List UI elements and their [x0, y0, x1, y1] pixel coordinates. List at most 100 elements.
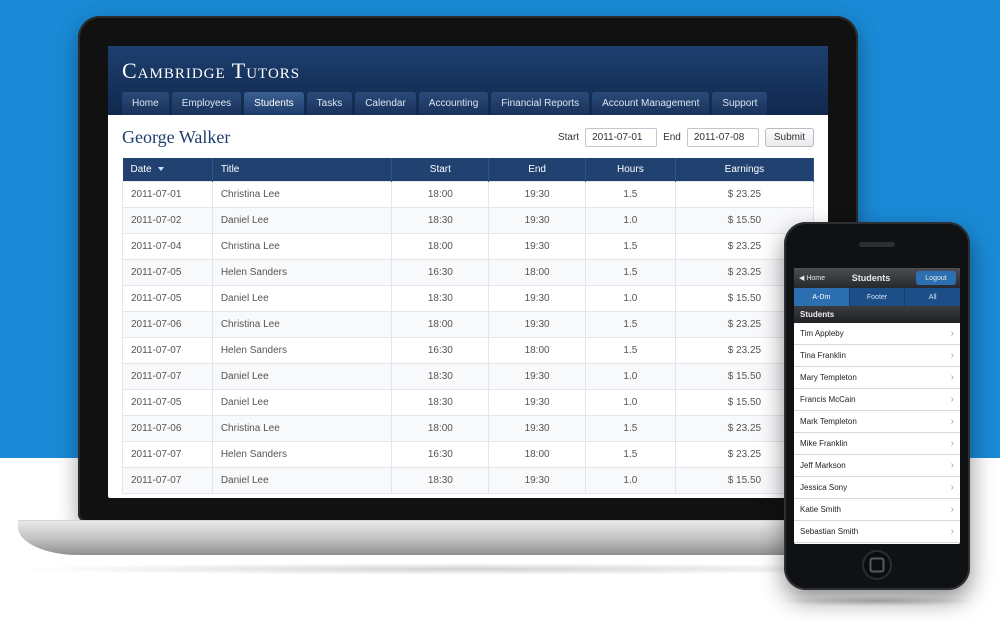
segment-2[interactable]: All	[905, 288, 960, 306]
table-row[interactable]: 2011-07-06Christina Lee18:0019:301.5$ 23…	[123, 312, 814, 338]
nav-tab-tasks[interactable]: Tasks	[307, 92, 353, 115]
cell: 2011-07-01	[123, 182, 213, 208]
table-row[interactable]: 2011-07-04Christina Lee18:0019:301.5$ 23…	[123, 234, 814, 260]
chevron-right-icon: ›	[951, 372, 954, 383]
cell: 2011-07-07	[123, 468, 213, 494]
mobile-segmented-control: A-DmFooterAll	[794, 288, 960, 306]
student-name: Jessica Sony	[800, 483, 847, 492]
table-row[interactable]: 2011-07-05Helen Sanders16:3018:001.5$ 23…	[123, 260, 814, 286]
nav-tab-support[interactable]: Support	[712, 92, 767, 115]
cell: 2011-07-04	[123, 234, 213, 260]
cell: Christina Lee	[212, 182, 392, 208]
brand-title: Cambridge Tutors	[122, 58, 814, 92]
col-earnings[interactable]: Earnings	[675, 158, 813, 182]
col-start[interactable]: Start	[392, 158, 489, 182]
nav-tab-account-management[interactable]: Account Management	[592, 92, 709, 115]
phone-shadow	[778, 596, 976, 606]
sessions-table: DateTitleStartEndHoursEarnings 2011-07-0…	[122, 158, 814, 494]
app-root: Cambridge Tutors HomeEmployeesStudentsTa…	[108, 46, 828, 498]
student-list-item[interactable]: Jeff Markson›	[794, 455, 960, 477]
table-row[interactable]: 2011-07-07Daniel Lee18:3019:301.0$ 15.50	[123, 468, 814, 494]
cell: Daniel Lee	[212, 364, 392, 390]
submit-button[interactable]: Submit	[765, 128, 814, 147]
table-row[interactable]: 2011-07-06Christina Lee18:0019:301.5$ 23…	[123, 416, 814, 442]
cell: Daniel Lee	[212, 390, 392, 416]
student-list-item[interactable]: Mary Templeton›	[794, 367, 960, 389]
cell: 1.0	[585, 364, 675, 390]
nav-tab-home[interactable]: Home	[122, 92, 169, 115]
mobile-section-header: Students	[794, 306, 960, 323]
start-label: Start	[558, 132, 579, 143]
chevron-right-icon: ›	[951, 504, 954, 515]
segment-1[interactable]: Footer	[850, 288, 906, 306]
cell: Christina Lee	[212, 416, 392, 442]
student-list-item[interactable]: Tina Franklin ›	[794, 345, 960, 367]
chevron-left-icon: ◀	[799, 274, 804, 282]
cell: Christina Lee	[212, 234, 392, 260]
col-hours[interactable]: Hours	[585, 158, 675, 182]
cell: 1.0	[585, 468, 675, 494]
cell: 1.5	[585, 234, 675, 260]
student-name: Sebastian Smith	[800, 527, 858, 536]
student-list-item[interactable]: Francis McCain›	[794, 389, 960, 411]
end-date-input[interactable]	[687, 128, 759, 147]
cell: 1.5	[585, 442, 675, 468]
chevron-right-icon: ›	[951, 350, 954, 361]
cell: 1.5	[585, 260, 675, 286]
table-row[interactable]: 2011-07-05Daniel Lee18:3019:301.0$ 15.50	[123, 286, 814, 312]
col-title[interactable]: Title	[212, 158, 392, 182]
student-name: Tina Franklin	[800, 351, 846, 360]
phone-screen: ◀ Home Students Logout A-DmFooterAll Stu…	[794, 268, 960, 544]
end-label: End	[663, 132, 681, 143]
cell: Daniel Lee	[212, 468, 392, 494]
date-range-controls: Start End Submit	[558, 128, 814, 147]
col-end[interactable]: End	[489, 158, 586, 182]
cell: 2011-07-02	[123, 208, 213, 234]
phone-home-button[interactable]	[862, 550, 892, 580]
table-row[interactable]: 2011-07-05Daniel Lee18:3019:301.0$ 15.50	[123, 390, 814, 416]
student-list-item[interactable]: Mike Franklin›	[794, 433, 960, 455]
cell: 2011-07-07	[123, 442, 213, 468]
cell: 19:30	[489, 208, 586, 234]
cell: 16:30	[392, 338, 489, 364]
nav-tab-students[interactable]: Students	[244, 92, 303, 115]
mobile-title: Students	[830, 273, 912, 283]
chevron-right-icon: ›	[951, 438, 954, 449]
student-list-item[interactable]: Katie Smith ›	[794, 499, 960, 521]
laptop-base	[18, 520, 918, 555]
segment-0[interactable]: A-Dm	[794, 288, 850, 306]
cell: 2011-07-06	[123, 416, 213, 442]
table-row[interactable]: 2011-07-07Daniel Lee18:3019:301.0$ 15.50	[123, 364, 814, 390]
cell: 19:30	[489, 364, 586, 390]
chevron-right-icon: ›	[951, 460, 954, 471]
nav-tab-employees[interactable]: Employees	[172, 92, 241, 115]
cell: 19:30	[489, 286, 586, 312]
cell: 1.0	[585, 390, 675, 416]
nav-tab-financial-reports[interactable]: Financial Reports	[491, 92, 589, 115]
table-row[interactable]: 2011-07-07Helen Sanders16:3018:001.5$ 23…	[123, 442, 814, 468]
student-list-item[interactable]: Tim Appleby›	[794, 323, 960, 345]
start-date-input[interactable]	[585, 128, 657, 147]
cell: 16:30	[392, 260, 489, 286]
table-row[interactable]: 2011-07-02Daniel Lee18:3019:301.0$ 15.50	[123, 208, 814, 234]
mobile-logout-button[interactable]: Logout	[916, 271, 956, 285]
nav-tab-calendar[interactable]: Calendar	[355, 92, 416, 115]
cell: 19:30	[489, 182, 586, 208]
student-list-item[interactable]: Mark Templeton›	[794, 411, 960, 433]
nav-tab-accounting[interactable]: Accounting	[419, 92, 488, 115]
cell: 19:30	[489, 312, 586, 338]
table-row[interactable]: 2011-07-01Christina Lee18:0019:301.5$ 23…	[123, 182, 814, 208]
chevron-right-icon: ›	[951, 394, 954, 405]
cell: 18:30	[392, 468, 489, 494]
app-body: George Walker Start End Submit DateTitle…	[108, 115, 828, 498]
chevron-right-icon: ›	[951, 482, 954, 493]
cell: 2011-07-07	[123, 364, 213, 390]
table-row[interactable]: 2011-07-07Helen Sanders16:3018:001.5$ 23…	[123, 338, 814, 364]
mobile-back-button[interactable]: ◀ Home	[794, 268, 830, 288]
student-name: Katie Smith	[800, 505, 841, 514]
student-list-item[interactable]: Ulysses Cohen›	[794, 543, 960, 544]
student-list-item[interactable]: Jessica Sony ›	[794, 477, 960, 499]
cell: 18:30	[392, 208, 489, 234]
student-list-item[interactable]: Sebastian Smith›	[794, 521, 960, 543]
col-date[interactable]: Date	[123, 158, 213, 182]
